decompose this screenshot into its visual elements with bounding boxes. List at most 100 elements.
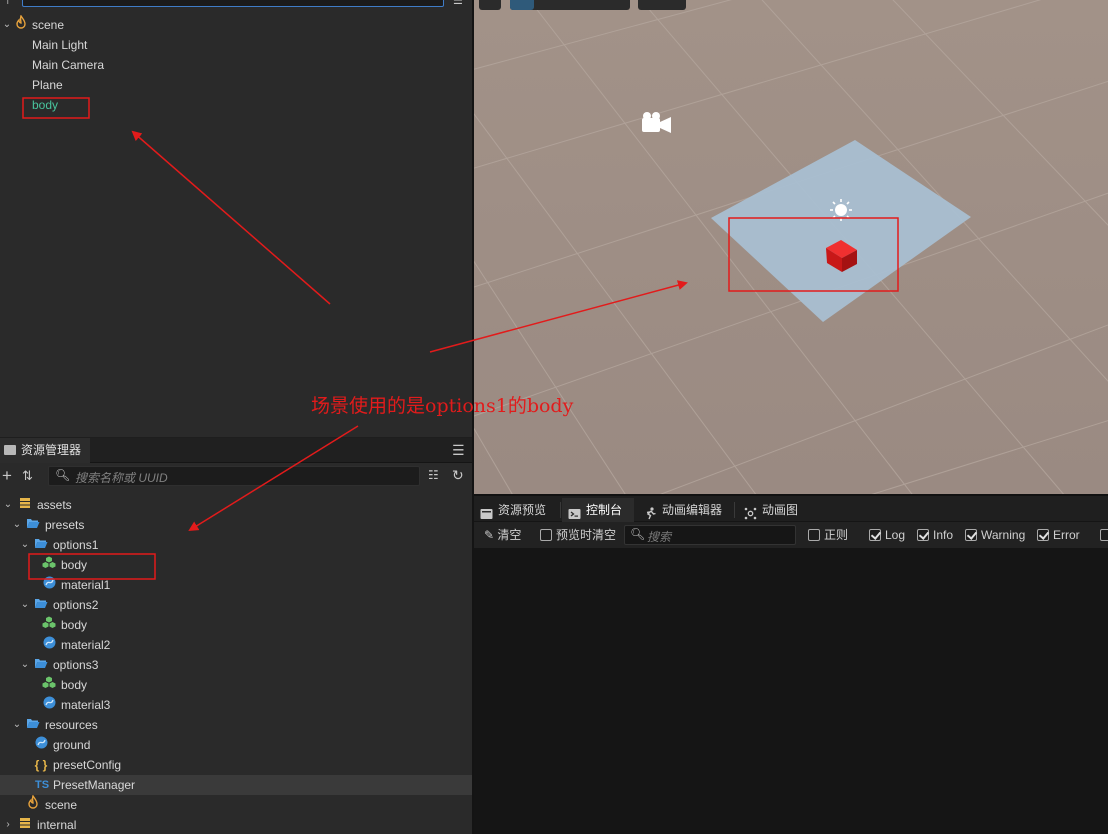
warning-checkbox[interactable]: Warning — [965, 522, 1025, 548]
asset-item-material3[interactable]: material3 — [0, 695, 472, 715]
assets-toolbar: + ⇅ 🔍︎ 搜索名称或 UUID ☷ ↻ — [0, 464, 472, 490]
asset-item-presetconfig[interactable]: { } presetConfig — [0, 755, 472, 775]
asset-item-material1[interactable]: material1 — [0, 575, 472, 595]
asset-item-scene[interactable]: scene — [0, 794, 472, 815]
error-checkbox[interactable]: Error — [1037, 522, 1080, 548]
transform-toolbar[interactable] — [510, 0, 630, 10]
console-more-checkbox[interactable] — [1100, 522, 1108, 548]
asset-item-body-options2[interactable]: body — [0, 615, 472, 635]
tab-label: 资源预览 — [498, 503, 547, 517]
add-asset-icon[interactable]: + — [2, 466, 12, 486]
sort-icon[interactable]: ⇅ — [22, 468, 33, 484]
chevron-down-icon[interactable]: ⌄ — [19, 595, 31, 615]
refresh-icon[interactable]: ↻ — [452, 467, 464, 484]
assets-tree: ⌄ assets ⌄ presets ⌄ options1 body mater… — [0, 495, 472, 834]
prefab-icon — [42, 555, 56, 575]
regex-label: 正则 — [824, 528, 849, 542]
move-tool-button[interactable] — [510, 0, 534, 10]
chevron-right-icon[interactable]: › — [2, 815, 14, 834]
asset-item-label: options2 — [53, 598, 99, 612]
material-icon — [42, 695, 56, 715]
search-icon: 🔍︎ — [55, 468, 71, 482]
tab-assets[interactable]: 资源管理器 — [0, 438, 90, 463]
menu-icon[interactable]: ☰ — [452, 443, 466, 457]
asset-item-body-options3[interactable]: body — [0, 675, 472, 695]
preview-clear-checkbox[interactable]: 预览时清空 — [540, 522, 616, 548]
asset-item-options2[interactable]: ⌄ options2 — [0, 595, 472, 615]
chevron-down-icon[interactable]: ⌄ — [11, 515, 23, 535]
hierarchy-item-main-light[interactable]: Main Light — [0, 35, 472, 55]
prefab-icon — [42, 615, 56, 635]
asset-item-material2[interactable]: material2 — [0, 635, 472, 655]
info-checkbox[interactable]: Info — [917, 522, 953, 548]
hierarchy-add-icon[interactable]: ⊤ — [3, 0, 13, 7]
hierarchy-item-main-camera[interactable]: Main Camera — [0, 55, 472, 75]
hierarchy-toolbar: ⊤ ☰ — [0, 0, 472, 12]
snap-toolbar[interactable] — [638, 0, 686, 10]
chevron-down-icon[interactable]: ⌄ — [1, 15, 13, 35]
asset-item-label: PresetManager — [53, 778, 136, 792]
tab-console[interactable]: 控制台 — [562, 498, 634, 522]
tab-animation-graph[interactable]: 动画图 — [738, 498, 808, 522]
checkbox-checked-icon — [917, 529, 929, 541]
scene-view[interactable] — [474, 0, 1108, 494]
regex-checkbox[interactable]: 正则 — [808, 522, 848, 548]
terminal-icon — [568, 504, 581, 519]
asset-item-internal[interactable]: › internal — [0, 815, 472, 834]
folder-open-icon — [34, 655, 48, 675]
checkbox-icon — [1100, 529, 1108, 541]
asset-item-label: resources — [45, 718, 98, 732]
console-search-input[interactable]: 🔍︎ 搜索 — [624, 525, 796, 545]
assets-panel: 资源管理器 ☰ + ⇅ 🔍︎ 搜索名称或 UUID ☷ ↻ ⌄ assets ⌄… — [0, 438, 472, 834]
info-label: Info — [933, 528, 954, 542]
asset-item-body-options1[interactable]: body — [0, 555, 472, 575]
asset-item-assets[interactable]: ⌄ assets — [0, 495, 472, 515]
checkbox-icon — [540, 529, 552, 541]
chevron-down-icon[interactable]: ⌄ — [19, 535, 31, 555]
collapse-all-icon[interactable]: ☷ — [428, 468, 439, 482]
material-icon — [42, 635, 56, 655]
chevron-down-icon[interactable]: ⌄ — [11, 715, 23, 735]
hierarchy-collapse-icon[interactable]: ☰ — [453, 0, 463, 7]
asset-item-label: assets — [37, 498, 72, 512]
asset-item-presets[interactable]: ⌄ presets — [0, 515, 472, 535]
checkbox-checked-icon — [965, 529, 977, 541]
assets-search-input[interactable]: 🔍︎ 搜索名称或 UUID — [48, 466, 420, 486]
tab-animation-editor[interactable]: 动画编辑器 — [638, 498, 735, 522]
asset-item-ground[interactable]: ground — [0, 735, 472, 755]
tab-asset-preview[interactable]: 资源预览 — [474, 498, 561, 522]
hierarchy-item-scene[interactable]: ⌄ scene — [0, 14, 472, 35]
hierarchy-item-label: scene — [32, 18, 65, 32]
asset-item-options1[interactable]: ⌄ options1 — [0, 535, 472, 555]
hierarchy-search-input[interactable] — [22, 0, 444, 7]
folder-open-icon — [34, 535, 48, 555]
log-label: Log — [885, 528, 906, 542]
hierarchy-item-label: body — [32, 98, 59, 112]
asset-item-label: options1 — [53, 538, 99, 552]
asset-item-label: body — [61, 678, 88, 692]
asset-item-presetmanager[interactable]: TS PresetManager — [0, 775, 472, 795]
typescript-icon: TS — [34, 779, 50, 791]
annotation-text: 场景使用的是options1的body — [311, 395, 574, 417]
hierarchy-item-label: Main Light — [32, 38, 88, 52]
scene-3d-toggle[interactable] — [479, 0, 501, 10]
asset-item-label: body — [61, 558, 88, 572]
asset-item-label: options3 — [53, 658, 99, 672]
hierarchy-item-body[interactable]: body — [0, 95, 472, 115]
tab-label: 资源管理器 — [21, 443, 82, 457]
checkbox-icon — [808, 529, 820, 541]
running-figure-icon — [644, 504, 657, 520]
hierarchy-item-plane[interactable]: Plane — [0, 75, 472, 95]
asset-item-label: material2 — [61, 638, 111, 652]
chevron-down-icon[interactable]: ⌄ — [2, 495, 14, 515]
asset-item-label: internal — [37, 818, 77, 832]
asset-item-options3[interactable]: ⌄ options3 — [0, 655, 472, 675]
scene-icon — [26, 794, 40, 815]
asset-item-resources[interactable]: ⌄ resources — [0, 715, 472, 735]
log-checkbox[interactable]: Log — [869, 522, 905, 548]
warning-label: Warning — [981, 528, 1026, 542]
chevron-down-icon[interactable]: ⌄ — [19, 655, 31, 675]
folder-open-icon — [26, 715, 40, 735]
error-label: Error — [1053, 528, 1080, 542]
clear-button[interactable]: ✎ 清空 — [484, 522, 521, 548]
